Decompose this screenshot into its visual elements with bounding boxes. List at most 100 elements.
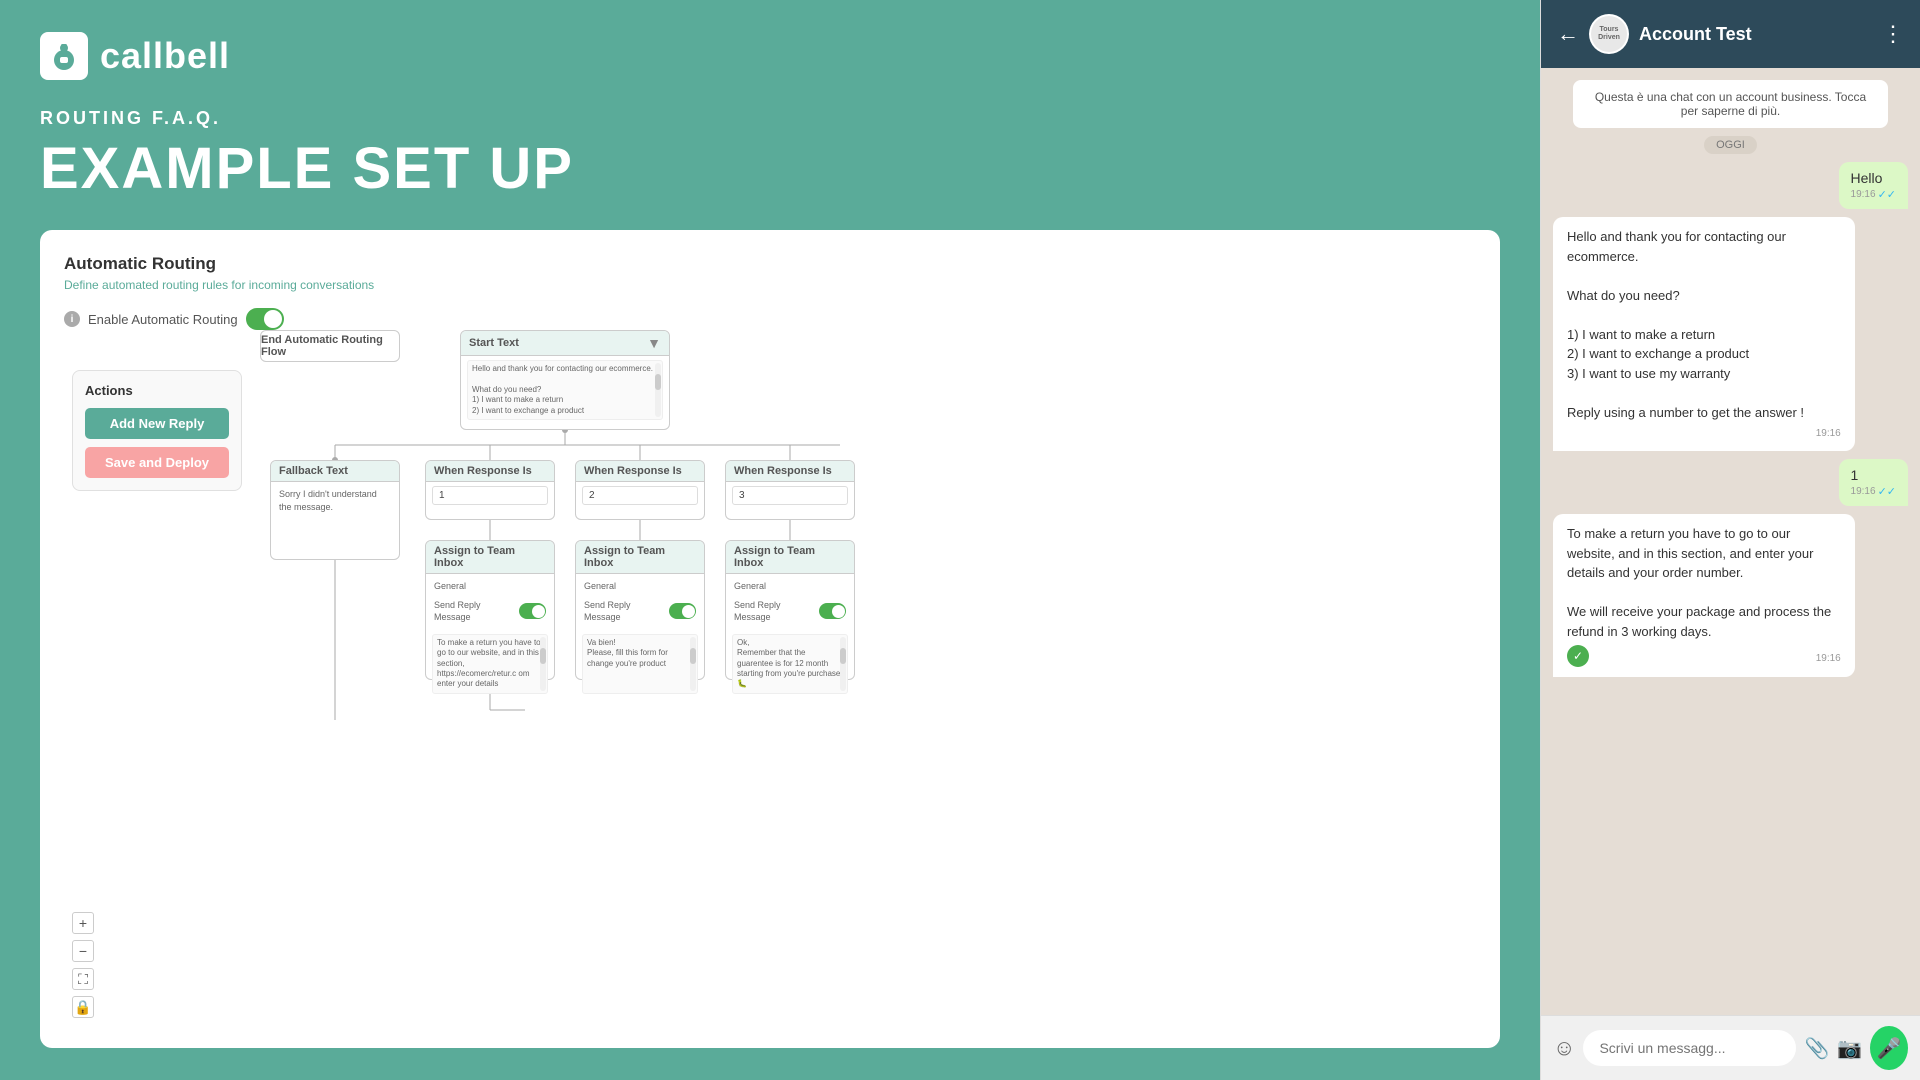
example-title: EXAMPLE SET UP xyxy=(40,135,1500,202)
bubble-received-bot: Hello and thank you for contacting our e… xyxy=(1553,217,1855,451)
bubble-sent-hello: Hello 19:16 ✓✓ xyxy=(1839,162,1908,209)
assign-1-team: General Send Reply Message xyxy=(426,574,554,630)
chat-body: Questa è una chat con un account busines… xyxy=(1541,68,1920,1015)
routing-card: Automatic Routing Define automated routi… xyxy=(40,230,1500,1048)
enable-label: Enable Automatic Routing xyxy=(88,312,238,327)
assign-2-title: Assign to Team Inbox xyxy=(584,545,696,569)
start-node-header: Start Text ▼ xyxy=(461,331,669,356)
start-text-node: Start Text ▼ Hello and thank you for con… xyxy=(460,330,670,430)
chat-input[interactable] xyxy=(1583,1030,1796,1066)
attachment-button[interactable]: 📎 xyxy=(1804,1036,1829,1061)
assign-3-node: Assign to Team Inbox General Send Reply … xyxy=(725,540,855,680)
assign-3-content: Ok,Remember that the guarentee is for 12… xyxy=(732,634,848,694)
end-label: End Automatic Routing Flow xyxy=(261,334,399,358)
hello-tick: ✓✓ xyxy=(1878,188,1896,201)
when-response-3-header: When Response Is xyxy=(726,461,854,482)
when-response-2-header: When Response Is xyxy=(576,461,704,482)
zoom-controls: + − ⛶ 🔒 xyxy=(72,912,94,1018)
bot-message-time: 19:16 xyxy=(1567,426,1841,441)
routing-label: ROUTING F.A.Q. xyxy=(40,108,1500,129)
msg-1-tick: ✓✓ xyxy=(1878,485,1896,498)
send-reply-label-3: Send Reply Message xyxy=(734,599,815,624)
chat-back-button[interactable]: ← xyxy=(1557,23,1579,45)
zoom-out-button[interactable]: − xyxy=(72,940,94,962)
assign-1-header: Assign to Team Inbox xyxy=(426,541,554,574)
when-response-1-header: When Response Is xyxy=(426,461,554,482)
assign-1-title: Assign to Team Inbox xyxy=(434,545,546,569)
when-response-3-input: 3 xyxy=(732,486,848,505)
fullscreen-button[interactable]: ⛶ xyxy=(72,968,94,990)
zoom-in-button[interactable]: + xyxy=(72,912,94,934)
assign-2-content: Va bien! Please, fill this form for chan… xyxy=(582,634,698,694)
chat-avatar-inner: ToursDriven xyxy=(1591,16,1627,52)
chat-avatar: ToursDriven xyxy=(1589,14,1629,54)
fallback-content: Sorry I didn't understand the message. xyxy=(271,482,399,519)
start-node-title: Start Text xyxy=(469,337,519,349)
when-response-1-input: 1 xyxy=(432,486,548,505)
assign-1-node: Assign to Team Inbox General Send Reply … xyxy=(425,540,555,680)
left-panel: callbell ROUTING F.A.Q. EXAMPLE SET UP A… xyxy=(0,0,1540,1080)
read-tick: ✓ xyxy=(1567,645,1589,667)
actions-title: Actions xyxy=(85,383,229,398)
enable-row: i Enable Automatic Routing xyxy=(64,308,1476,330)
chat-menu-icon[interactable]: ⋮ xyxy=(1882,21,1904,47)
info-icon: i xyxy=(64,311,80,327)
right-panel: ← ToursDriven Account Test ⋮ Questa è un… xyxy=(1540,0,1920,1080)
msg-1-time: 19:16 xyxy=(1851,486,1876,497)
msg-hello-text: Hello xyxy=(1851,170,1883,186)
return-message-text: To make a return you have to go to our w… xyxy=(1567,524,1841,641)
when-response-3-title: When Response Is xyxy=(734,465,832,477)
send-reply-toggle-2[interactable] xyxy=(669,603,696,619)
save-deploy-button[interactable]: Save and Deploy xyxy=(85,447,229,478)
hello-time: 19:16 xyxy=(1851,189,1876,200)
assign-3-team: General Send Reply Message xyxy=(726,574,854,630)
fallback-node: Fallback Text Sorry I didn't understand … xyxy=(270,460,400,560)
assign-3-team-label: General xyxy=(734,580,846,593)
assign-3-title: Assign to Team Inbox xyxy=(734,545,846,569)
start-node-expand[interactable]: ▼ xyxy=(647,335,661,351)
chat-footer: ☺ 📎 📷 🎤 xyxy=(1541,1015,1920,1080)
when-response-3-node: When Response Is 3 xyxy=(725,460,855,520)
add-new-reply-button[interactable]: Add New Reply xyxy=(85,408,229,439)
logo-text: callbell xyxy=(100,35,230,77)
camera-button[interactable]: 📷 xyxy=(1837,1036,1862,1061)
emoji-button[interactable]: ☺ xyxy=(1553,1035,1575,1061)
actions-panel: Actions Add New Reply Save and Deploy xyxy=(72,370,242,491)
when-response-2-input: 2 xyxy=(582,486,698,505)
when-response-2-node: When Response Is 2 xyxy=(575,460,705,520)
send-reply-toggle-1[interactable] xyxy=(519,603,546,619)
fallback-title: Fallback Text xyxy=(279,465,348,477)
assign-1-content: To make a return you have to go to our w… xyxy=(432,634,548,694)
start-node-content: Hello and thank you for contacting our e… xyxy=(467,360,663,420)
send-reply-label-2: Send Reply Message xyxy=(584,599,665,624)
bot-message-text: Hello and thank you for contacting our e… xyxy=(1567,227,1841,422)
when-response-1-node: When Response Is 1 xyxy=(425,460,555,520)
when-response-1-title: When Response Is xyxy=(434,465,532,477)
bubble-received-return: To make a return you have to go to our w… xyxy=(1553,514,1855,677)
assign-1-team-label: General xyxy=(434,580,546,593)
when-response-2-title: When Response Is xyxy=(584,465,682,477)
assign-2-node: Assign to Team Inbox General Send Reply … xyxy=(575,540,705,680)
assign-2-header: Assign to Team Inbox xyxy=(576,541,704,574)
chat-title: Account Test xyxy=(1639,24,1872,45)
chat-header: ← ToursDriven Account Test ⋮ xyxy=(1541,0,1920,68)
lock-button[interactable]: 🔒 xyxy=(72,996,94,1018)
logo-area: callbell xyxy=(40,32,1500,80)
fallback-header: Fallback Text xyxy=(271,461,399,482)
end-node: End Automatic Routing Flow xyxy=(260,330,400,362)
chat-date-label: OGGI xyxy=(1704,136,1757,154)
bubble-hello-time: 19:16 ✓✓ xyxy=(1851,188,1896,201)
send-reply-label-1: Send Reply Message xyxy=(434,599,515,624)
card-subtitle: Define automated routing rules for incom… xyxy=(64,278,1476,292)
assign-3-header: Assign to Team Inbox xyxy=(726,541,854,574)
assign-2-team-label: General xyxy=(584,580,696,593)
send-reply-toggle-3[interactable] xyxy=(819,603,846,619)
return-message-time: 19:16 xyxy=(1816,651,1841,666)
chat-info-banner[interactable]: Questa è una chat con un account busines… xyxy=(1573,80,1888,128)
card-title: Automatic Routing xyxy=(64,254,1476,274)
enable-toggle[interactable] xyxy=(246,308,284,330)
mic-button[interactable]: 🎤 xyxy=(1870,1026,1908,1070)
msg-1-text: 1 xyxy=(1851,467,1859,483)
bubble-sent-1: 1 19:16 ✓✓ xyxy=(1839,459,1908,506)
assign-2-team: General Send Reply Message xyxy=(576,574,704,630)
